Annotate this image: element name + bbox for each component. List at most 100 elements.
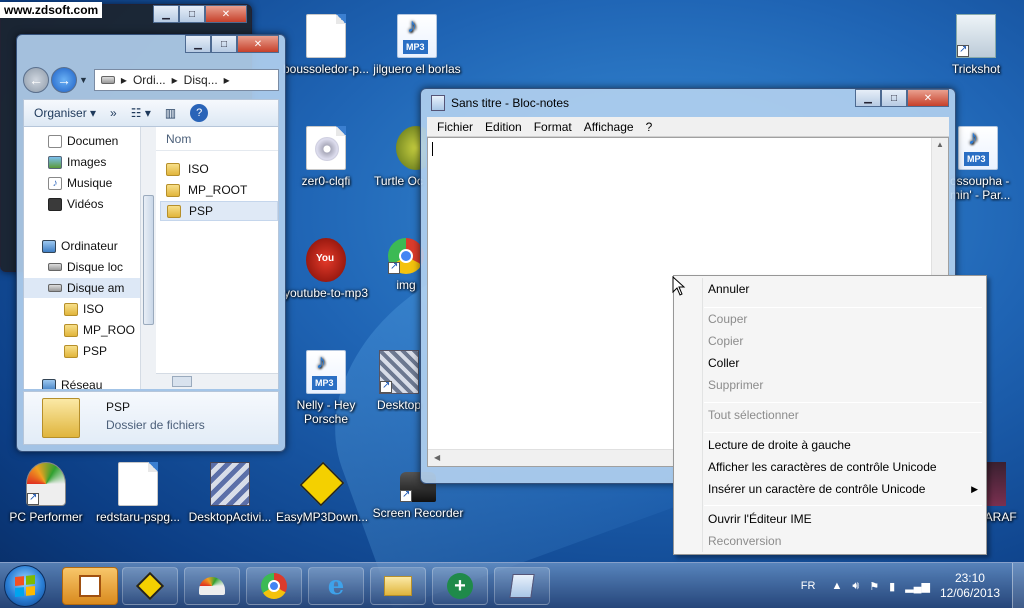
minimize-button[interactable]: ▁ <box>855 89 881 107</box>
battery-icon[interactable]: ▮ <box>889 580 895 593</box>
desktop-icon-label: Desktop <box>376 398 422 412</box>
tree-item-videos[interactable]: Vidéos <box>48 194 103 214</box>
shortcut-arrow-icon <box>400 488 412 502</box>
menu-item-reconversion[interactable]: Reconversion <box>708 530 781 552</box>
desktop-icon-redstar[interactable]: redstaru-pspg... <box>92 462 184 524</box>
taskbar-notepad[interactable] <box>494 567 550 605</box>
close-button[interactable]: ✕ <box>205 5 247 23</box>
desktop-icon-youtube[interactable]: You youtube-to-mp3 <box>280 238 372 300</box>
desktop-icon-rohff[interactable]: ♪ MP3 ossoupha - min' - Par... <box>950 126 1024 202</box>
menu-item-copy[interactable]: Copier <box>708 330 743 352</box>
menu-edit[interactable]: Edition <box>479 120 528 134</box>
tree-item-removable-disk[interactable]: Disque am <box>24 278 140 298</box>
address-bar[interactable]: ▸ Ordi... ▸ Disq... ▸ <box>93 69 279 91</box>
more-commands-button[interactable]: » <box>110 106 117 120</box>
minimize-button[interactable]: ▁ <box>185 35 211 53</box>
menu-view[interactable]: Affichage <box>578 120 640 134</box>
menu-item-rtl-reading[interactable]: Lecture de droite à gauche <box>708 434 851 456</box>
tree-item-images[interactable]: Images <box>48 152 106 172</box>
taskbar-internet-explorer[interactable]: e <box>308 567 364 605</box>
menu-item-insert-unicode[interactable]: Insérer un caractère de contrôle Unicode <box>708 478 925 500</box>
plus-app-icon: + <box>447 573 473 599</box>
menu-item-delete[interactable]: Supprimer <box>708 374 763 396</box>
desktop-icon-label: Trickshot <box>951 62 1001 76</box>
folder-icon <box>64 344 78 358</box>
file-list-scrollbar[interactable] <box>156 373 278 389</box>
close-button[interactable]: ✕ <box>237 35 279 53</box>
menu-item-paste[interactable]: Coller <box>708 352 739 374</box>
navigation-scrollbar[interactable] <box>140 127 156 389</box>
desktop-icon-zero[interactable]: zer0-clqfi <box>280 126 372 188</box>
menu-format[interactable]: Format <box>528 120 578 134</box>
breadcrumb-separator: ▸ <box>223 73 230 87</box>
show-hidden-icons-icon[interactable]: ▲ <box>831 580 842 592</box>
desktop-icon-label: jilguero el borlas <box>373 62 461 76</box>
menu-item-show-unicode[interactable]: Afficher les caractères de contrôle Unic… <box>708 456 937 478</box>
desktop-icon-desktop[interactable]: Desktop <box>372 350 426 412</box>
taskbar-explorer[interactable] <box>370 567 426 605</box>
tree-item-music[interactable]: ♪ Musique <box>48 173 112 193</box>
list-item[interactable]: MP_ROOT <box>160 180 278 200</box>
taskbar-easymp3[interactable] <box>122 567 178 605</box>
organize-button[interactable]: Organiser ▾ <box>34 106 96 120</box>
menu-help[interactable]: ? <box>640 120 659 134</box>
tree-item-mp-root[interactable]: MP_ROO <box>64 320 135 340</box>
desktop-icon-nelly[interactable]: ♪ MP3 Nelly - Hey Porsche <box>280 350 372 426</box>
tree-item-documents[interactable]: Documen <box>48 131 118 151</box>
scrollbar-thumb[interactable] <box>143 195 154 325</box>
watermark: www.zdsoft.com <box>0 2 103 18</box>
close-button[interactable]: ✕ <box>907 89 949 107</box>
network-signal-icon[interactable]: ▂▄▆ <box>905 580 930 593</box>
tree-item-psp[interactable]: PSP <box>64 341 107 361</box>
start-button[interactable] <box>4 565 46 607</box>
explorer-window[interactable]: ▁ □ ✕ ← → ▼ ▸ Ordi... ▸ Disq... ▸ Organi… <box>16 34 286 452</box>
desktop-icon-pcperformer[interactable]: PC Performer <box>0 462 92 524</box>
scrollbar-thumb[interactable] <box>172 376 192 387</box>
language-indicator[interactable]: FR <box>801 580 816 592</box>
forward-arrow-icon[interactable]: → <box>51 67 77 93</box>
desktop-icon-boussoledor[interactable]: boussoledor-p... <box>280 14 372 76</box>
taskbar-pc-performer[interactable] <box>184 567 240 605</box>
view-options-icon[interactable]: ☷ ▾ <box>131 106 151 120</box>
menu-item-cut[interactable]: Couper <box>708 308 747 330</box>
file-icon <box>118 462 158 506</box>
breadcrumb-item[interactable]: Disq... <box>184 73 218 87</box>
preview-pane-icon[interactable]: ▥ <box>165 106 176 120</box>
menu-file[interactable]: Fichier <box>431 120 479 134</box>
explorer-content: Documen Images ♪ Musique Vidéos Ordinateu… <box>23 127 279 389</box>
details-type: Dossier de fichiers <box>106 418 205 432</box>
help-icon[interactable]: ? <box>190 104 209 122</box>
list-item[interactable]: ISO <box>160 159 278 179</box>
tree-item-iso[interactable]: ISO <box>64 299 104 319</box>
desktop-icon-turtle[interactable]: Turtle Oc <box>366 126 426 188</box>
desktop-icon-label: ossoupha - min' - Par... <box>950 174 1011 202</box>
desktop-icon-label: PC Performer <box>9 510 83 524</box>
tree-item-local-disk[interactable]: Disque loc <box>48 257 123 277</box>
minimize-button[interactable]: ▁ <box>153 5 179 23</box>
maximize-button[interactable]: □ <box>211 35 237 53</box>
clock[interactable]: 23:10 12/06/2013 <box>940 571 1000 601</box>
column-header-name[interactable]: Nom <box>156 127 278 151</box>
list-item[interactable]: PSP <box>160 201 278 221</box>
tree-item-network[interactable]: Réseau <box>42 375 102 389</box>
desktop-icon-desktopactiv[interactable]: DesktopActivi... <box>184 462 276 524</box>
menu-item-undo[interactable]: Annuler <box>708 278 749 300</box>
maximize-button[interactable]: □ <box>179 5 205 23</box>
taskbar-media-player[interactable] <box>62 567 118 605</box>
taskbar-app-plus[interactable]: + <box>432 567 488 605</box>
menu-item-select-all[interactable]: Tout sélectionner <box>708 404 799 426</box>
desktop-icon-trickshot[interactable]: Trickshot <box>930 14 1022 76</box>
flag-icon[interactable]: ⚑ <box>869 580 879 593</box>
taskbar-chrome[interactable] <box>246 567 302 605</box>
maximize-button[interactable]: □ <box>881 89 907 107</box>
show-desktop-button[interactable] <box>1012 563 1024 608</box>
menu-item-open-ime[interactable]: Ouvrir l'Éditeur IME <box>708 508 812 530</box>
history-dropdown-icon[interactable]: ▼ <box>79 75 88 85</box>
desktop-icon-easymp3[interactable]: EasyMP3Down... <box>276 461 368 524</box>
tree-item-computer[interactable]: Ordinateur <box>42 236 118 256</box>
volume-icon[interactable]: 🔊︎ <box>852 580 859 593</box>
desktop-icon-jilguero[interactable]: ♪ MP3 jilguero el borlas <box>371 14 463 76</box>
back-arrow-icon[interactable]: ← <box>23 67 49 93</box>
folder-icon <box>42 398 80 438</box>
breadcrumb-item[interactable]: Ordi... <box>133 73 166 87</box>
